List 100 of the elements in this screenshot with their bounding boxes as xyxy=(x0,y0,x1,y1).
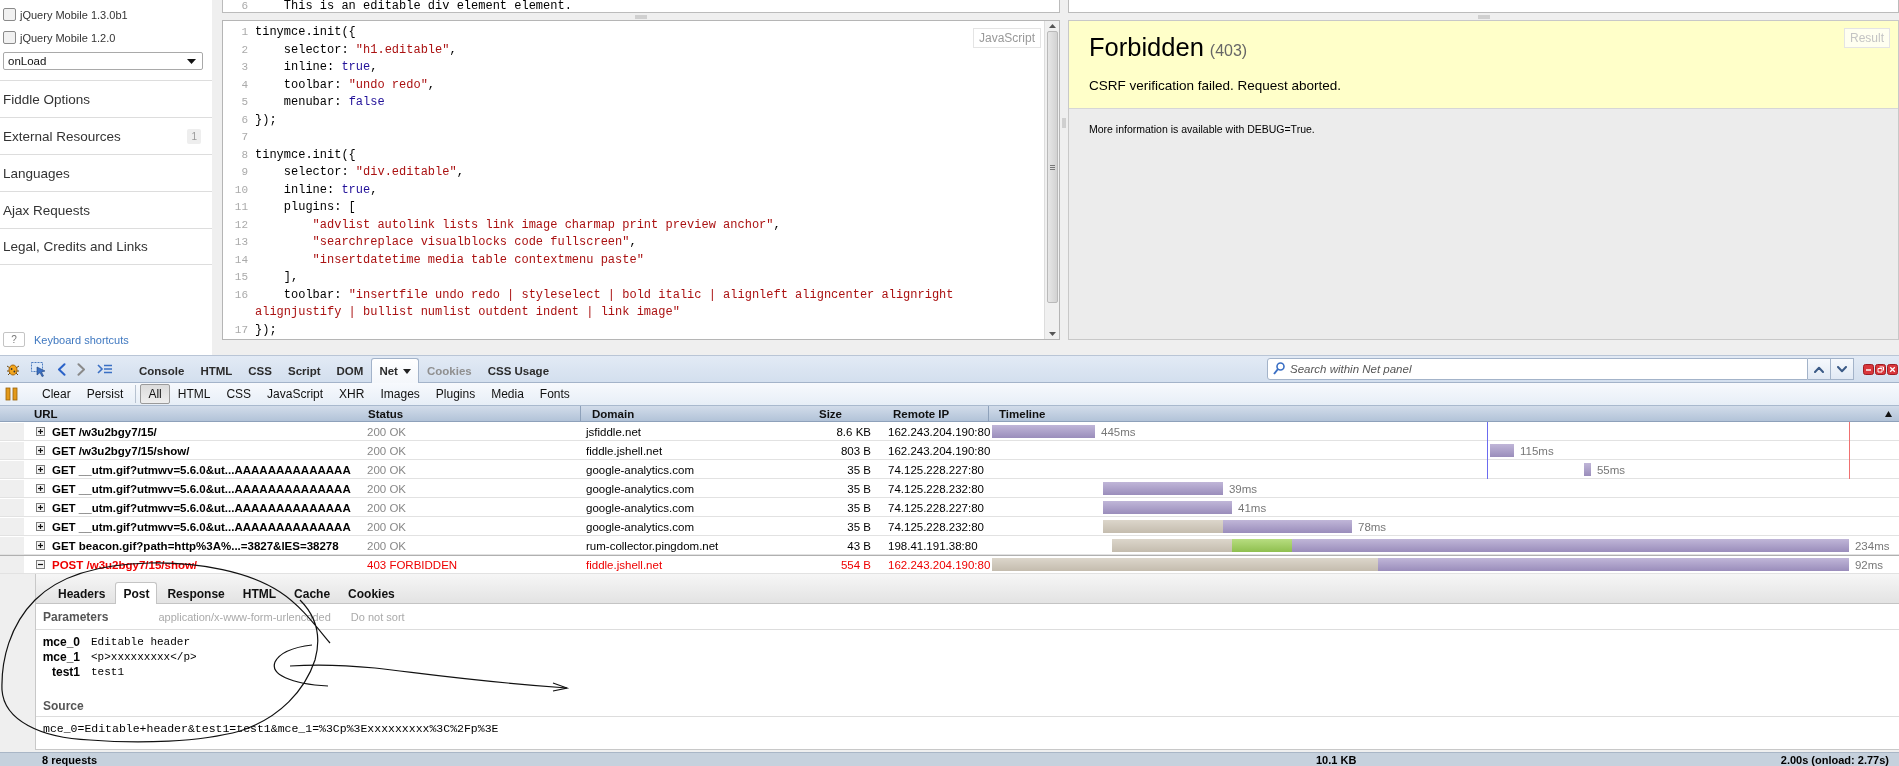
sidebar-section-item[interactable]: Legal, Credits and Links xyxy=(0,228,212,265)
column-header[interactable]: Domain xyxy=(592,407,635,420)
previous-match-button[interactable] xyxy=(1808,358,1831,380)
details-tab[interactable]: Cookies xyxy=(340,582,403,604)
toolbar-button[interactable]: Clear xyxy=(34,384,79,404)
panel-label: JavaScript xyxy=(972,28,1041,48)
column-header[interactable]: Size xyxy=(819,407,842,420)
expand-icon[interactable] xyxy=(36,427,45,436)
code-line: "advlist autolink lists link image charmap print preview anchor", xyxy=(311,216,782,234)
chevron-left-icon[interactable] xyxy=(57,362,66,376)
panel-tab[interactable]: HTML xyxy=(192,358,241,383)
checkbox[interactable] xyxy=(3,31,16,44)
filter-button[interactable]: JavaScript xyxy=(259,384,332,404)
expand-icon[interactable] xyxy=(36,465,45,474)
code-line: "insertdatetime media table contextmenu paste" xyxy=(311,251,645,269)
details-tab[interactable]: Post xyxy=(115,582,158,604)
expand-icon[interactable] xyxy=(36,484,45,493)
grip-lines-icon xyxy=(1049,164,1055,170)
request-row[interactable]: GET beacon.gif?path=http%3A%...=3827&lES=38278 200 OK rum-collector.pingdom.net 43 B 198.41.191.38:80 234ms xyxy=(0,536,1899,555)
code-editor[interactable] xyxy=(222,20,1060,340)
load-type-select[interactable]: onLoad xyxy=(3,52,203,70)
details-tab[interactable]: HTML xyxy=(234,582,285,604)
size-text: 803 B xyxy=(840,444,871,457)
caret-icon[interactable] xyxy=(402,368,411,374)
column-header[interactable]: URL xyxy=(34,407,58,420)
filter-button[interactable]: Images xyxy=(372,384,428,404)
resize-grip-icon[interactable] xyxy=(635,14,647,19)
restore-icon[interactable] xyxy=(1875,363,1886,375)
details-tab[interactable]: Cache xyxy=(286,582,339,604)
filter-button[interactable]: XHR xyxy=(331,384,373,404)
line-number: 10 xyxy=(233,182,249,198)
line-number: 6 xyxy=(240,0,249,12)
column-header[interactable]: Timeline xyxy=(999,407,1046,420)
collapse-icon[interactable] xyxy=(36,560,45,569)
keyboard-shortcuts-link[interactable]: Keyboard shortcuts xyxy=(34,333,129,346)
panel-tab[interactable]: CSS xyxy=(240,358,280,383)
html-editor[interactable]: 6 This is an editable div element element. xyxy=(222,0,1060,13)
line-number: 7 xyxy=(240,130,249,145)
sidebar-section-item[interactable]: Languages xyxy=(0,154,212,191)
code-line: menubar: false xyxy=(282,94,386,111)
chevron-right-icon[interactable] xyxy=(77,362,86,376)
panel-tab[interactable]: Console xyxy=(131,358,193,383)
filter-button[interactable]: All xyxy=(140,384,170,404)
expand-icon[interactable] xyxy=(36,503,45,512)
status-text: 200 OK xyxy=(367,501,406,514)
details-tab[interactable]: Response xyxy=(159,582,233,604)
duration-label: 55ms xyxy=(1596,463,1626,476)
request-row[interactable]: GET __utm.gif?utmwv=5.6.0&ut...AAAAAAAAAAAAAA 200 OK google-analytics.com 35 B 74.125.228.232:80 78ms xyxy=(0,517,1899,536)
request-row[interactable]: GET __utm.gif?utmwv=5.6.0&ut...AAAAAAAAAAAAAA 200 OK google-analytics.com 35 B 74.125.228.232:80 39ms xyxy=(0,479,1899,498)
column-header[interactable]: Status xyxy=(368,407,404,420)
close-icon[interactable] xyxy=(1887,363,1898,375)
request-row[interactable]: GET __utm.gif?utmwv=5.6.0&ut...AAAAAAAAAAAAAA 200 OK google-analytics.com 35 B 74.125.228.227:80 41ms xyxy=(0,498,1899,517)
expand-icon[interactable] xyxy=(36,446,45,455)
line-number: 17 xyxy=(233,322,249,338)
expand-icon[interactable] xyxy=(36,522,45,531)
resize-grip-icon[interactable] xyxy=(1477,14,1490,19)
next-match-button[interactable] xyxy=(1831,358,1854,380)
details-tab[interactable]: Headers xyxy=(50,582,114,604)
sidebar-section-item[interactable]: Ajax Requests xyxy=(0,191,212,228)
bug-icon[interactable] xyxy=(6,362,20,376)
sidebar-section-item[interactable]: External Resources 1 xyxy=(0,117,212,154)
filter-button[interactable]: Plugins xyxy=(427,384,484,404)
request-row[interactable]: GET /w3u2bgy7/15/show/ 200 OK fiddle.jshell.net 803 B 162.243.204.190:80 115ms xyxy=(0,441,1899,460)
filter-button[interactable]: Fonts xyxy=(531,384,578,404)
scroll-up-icon xyxy=(1048,24,1056,28)
column-header[interactable]: Remote IP xyxy=(893,407,950,420)
duration-label: 78ms xyxy=(1358,520,1387,533)
duration-label: 115ms xyxy=(1520,444,1554,457)
toolbar-button[interactable]: Persist xyxy=(78,384,132,404)
request-count: 8 requests xyxy=(42,753,99,766)
filter-button[interactable]: Media xyxy=(483,384,532,404)
search-icon xyxy=(1273,362,1285,375)
panel-tab[interactable]: CSS Usage xyxy=(479,358,558,383)
code-line: inline: true, xyxy=(282,181,379,199)
inspect-icon[interactable] xyxy=(31,361,46,377)
minimize-icon[interactable] xyxy=(1863,363,1874,375)
checkbox[interactable] xyxy=(3,8,16,21)
pause-icon[interactable] xyxy=(5,387,18,401)
filter-button[interactable]: CSS xyxy=(218,384,260,404)
panel-tab[interactable]: Net xyxy=(371,358,419,383)
sidebar-section-item[interactable]: Fiddle Options xyxy=(0,80,212,117)
line-number: 8 xyxy=(240,147,249,163)
filter-button[interactable]: HTML xyxy=(169,384,219,404)
scrollbar-thumb[interactable] xyxy=(1046,31,1058,303)
status-text: 200 OK xyxy=(367,482,406,495)
request-row[interactable]: GET /w3u2bgy7/15/ 200 OK jsfiddle.net 8.6 KB 162.243.204.190:80 445ms xyxy=(0,422,1899,441)
scrollbar[interactable] xyxy=(1044,21,1059,339)
resize-grip-icon[interactable] xyxy=(1062,118,1066,128)
panel-tab[interactable]: DOM xyxy=(328,358,372,383)
code-line: toolbar: "undo redo", xyxy=(282,76,437,94)
request-url: GET __utm.gif?utmwv=5.6.0&ut...AAAAAAAAAAAAAA xyxy=(52,463,351,476)
search-field[interactable]: Search within Net panel xyxy=(1267,358,1808,380)
panel-tab[interactable]: Script xyxy=(279,358,329,383)
param-name: mce_1 xyxy=(42,649,80,664)
request-url: GET beacon.gif?path=http%3A%...=3827&lES=38278 xyxy=(52,539,339,552)
expand-icon[interactable] xyxy=(36,541,45,550)
command-line-icon[interactable] xyxy=(97,364,113,374)
duration-label: 39ms xyxy=(1228,482,1258,495)
request-row[interactable]: GET __utm.gif?utmwv=5.6.0&ut...AAAAAAAAAAAAAA 200 OK google-analytics.com 35 B 74.125.228.227:80 55ms xyxy=(0,460,1899,479)
line-number: 16 xyxy=(233,287,249,303)
